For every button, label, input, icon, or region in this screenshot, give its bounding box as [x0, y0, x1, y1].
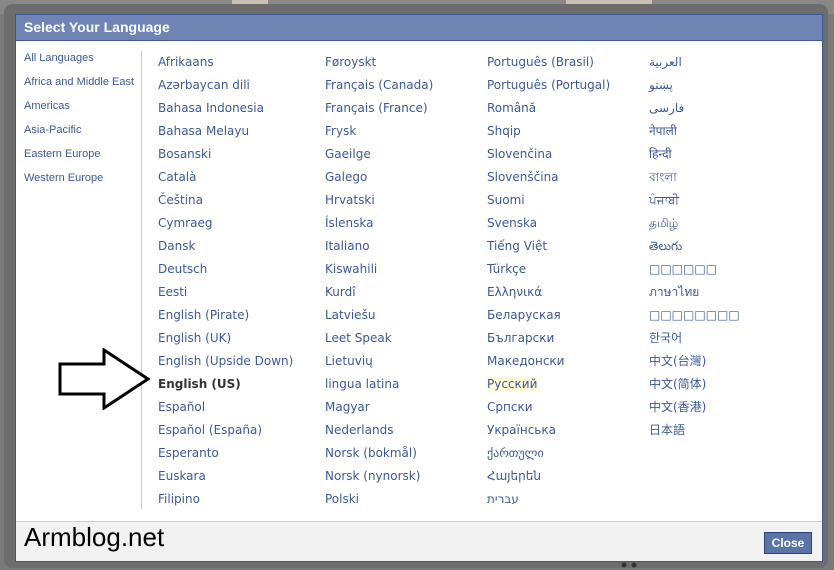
language-link[interactable]: □□□□□□	[649, 262, 740, 285]
language-link[interactable]: 中文(香港)	[649, 400, 740, 423]
language-link[interactable]: ქართული	[487, 446, 610, 469]
language-link[interactable]: Afrikaans	[158, 55, 293, 78]
language-link[interactable]: □□□□□□□□	[649, 308, 740, 331]
language-link[interactable]: 한국어	[649, 331, 740, 354]
language-link[interactable]: Nederlands	[325, 423, 433, 446]
language-link[interactable]: Suomi	[487, 193, 610, 216]
dialog-title: Select Your Language	[24, 19, 170, 35]
language-link[interactable]: Català	[158, 170, 293, 193]
language-link[interactable]: עברית	[487, 492, 610, 515]
language-link[interactable]: Bosanski	[158, 147, 293, 170]
language-column-1: Afrikaans Azərbaycan dili Bahasa Indonesia…	[158, 55, 293, 515]
region-filter-list: All Languages Africa and Middle East Ame…	[24, 51, 142, 195]
language-link[interactable]: తెలుగు	[649, 239, 740, 262]
language-link[interactable]: Српски	[487, 400, 610, 423]
language-column-2: Føroyskt Français (Canada) Français (Franc…	[325, 55, 433, 515]
language-link[interactable]: Български	[487, 331, 610, 354]
language-link[interactable]: Polski	[325, 492, 433, 515]
language-link[interactable]: Kiswahili	[325, 262, 433, 285]
language-link[interactable]: Ελληνικά	[487, 285, 610, 308]
language-link[interactable]: Norsk (bokmål)	[325, 446, 433, 469]
language-link[interactable]: العربية	[649, 55, 740, 78]
language-link[interactable]: 日本語	[649, 423, 740, 446]
language-link[interactable]: Azərbaycan dili	[158, 78, 293, 101]
language-link[interactable]: Беларуская	[487, 308, 610, 331]
language-link[interactable]: Shqip	[487, 124, 610, 147]
language-link[interactable]: فارسی	[649, 101, 740, 124]
region-item[interactable]: Asia-Pacific	[24, 123, 142, 147]
column-divider	[141, 51, 142, 509]
language-link-selected[interactable]: English (US)	[158, 377, 293, 400]
language-link[interactable]: Euskara	[158, 469, 293, 492]
language-link[interactable]: Slovenščina	[487, 170, 610, 193]
language-link[interactable]: Eesti	[158, 285, 293, 308]
language-link[interactable]: Gaeilge	[325, 147, 433, 170]
watermark: Armblog.net	[24, 522, 165, 552]
language-link[interactable]: नेपाली	[649, 124, 740, 147]
language-link[interactable]: 中文(简体)	[649, 377, 740, 400]
region-item[interactable]: Americas	[24, 99, 142, 123]
dialog-title-bar: Select Your Language	[16, 15, 822, 41]
language-link-hovered[interactable]: Русский	[487, 377, 610, 400]
language-link[interactable]: Filipino	[158, 492, 293, 515]
language-link[interactable]: Frysk	[325, 124, 433, 147]
language-link[interactable]: lingua latina	[325, 377, 433, 400]
language-dialog: Select Your Language All Languages Afric…	[4, 4, 828, 568]
dialog-panel: Select Your Language All Languages Afric…	[15, 14, 823, 562]
language-link[interactable]: Kurdî	[325, 285, 433, 308]
region-item[interactable]: Africa and Middle East	[24, 75, 142, 99]
language-column-4: العربية پښتو فارسی नेपाली हिन्दी বাংলা ਪੰਜਾਬੀ த…	[649, 55, 740, 446]
language-link[interactable]: Tiếng Việt	[487, 239, 610, 262]
language-link[interactable]: Svenska	[487, 216, 610, 239]
language-link[interactable]: Bahasa Melayu	[158, 124, 293, 147]
language-link[interactable]: Cymraeg	[158, 216, 293, 239]
language-link[interactable]: Português (Portugal)	[487, 78, 610, 101]
language-link[interactable]: ภาษาไทย	[649, 285, 740, 308]
outlined-right-arrow-icon	[58, 348, 150, 410]
backdrop-dots	[621, 562, 637, 568]
language-link[interactable]: Deutsch	[158, 262, 293, 285]
language-link[interactable]: हिन्दी	[649, 147, 740, 170]
language-link[interactable]: Latviešu	[325, 308, 433, 331]
language-link[interactable]: English (Pirate)	[158, 308, 293, 331]
language-column-3: Português (Brasil) Português (Portugal) Ro…	[487, 55, 610, 515]
language-link[interactable]: 中文(台灣)	[649, 354, 740, 377]
language-link[interactable]: Română	[487, 101, 610, 124]
language-link[interactable]: Українська	[487, 423, 610, 446]
language-link[interactable]: Lietuvių	[325, 354, 433, 377]
language-link[interactable]: Español	[158, 400, 293, 423]
language-link[interactable]: Føroyskt	[325, 55, 433, 78]
language-link[interactable]: Magyar	[325, 400, 433, 423]
language-link[interactable]: ਪੰਜਾਬੀ	[649, 193, 740, 216]
language-link[interactable]: Čeština	[158, 193, 293, 216]
language-link[interactable]: Íslenska	[325, 216, 433, 239]
region-item[interactable]: All Languages	[24, 51, 142, 75]
language-link[interactable]: Español (España)	[158, 423, 293, 446]
language-link[interactable]: Հայերեն	[487, 469, 610, 492]
language-link[interactable]: Norsk (nynorsk)	[325, 469, 433, 492]
language-link[interactable]: Français (Canada)	[325, 78, 433, 101]
close-button[interactable]: Close	[764, 532, 812, 554]
language-link[interactable]: Türkçe	[487, 262, 610, 285]
region-item[interactable]: Eastern Europe	[24, 147, 142, 171]
region-item[interactable]: Western Europe	[24, 171, 142, 195]
language-link[interactable]: தமிழ்	[649, 216, 740, 239]
language-link[interactable]: Dansk	[158, 239, 293, 262]
language-link[interactable]: Esperanto	[158, 446, 293, 469]
language-link[interactable]: Hrvatski	[325, 193, 433, 216]
language-link[interactable]: Français (France)	[325, 101, 433, 124]
language-link[interactable]: Bahasa Indonesia	[158, 101, 293, 124]
language-link[interactable]: Slovenčina	[487, 147, 610, 170]
language-link[interactable]: Leet Speak	[325, 331, 433, 354]
language-link[interactable]: Македонски	[487, 354, 610, 377]
language-link[interactable]: Italiano	[325, 239, 433, 262]
language-link[interactable]: Português (Brasil)	[487, 55, 610, 78]
language-link[interactable]: English (UK)	[158, 331, 293, 354]
language-link[interactable]: বাংলা	[649, 170, 740, 193]
language-link[interactable]: Galego	[325, 170, 433, 193]
language-link[interactable]: English (Upside Down)	[158, 354, 293, 377]
language-link[interactable]: پښتو	[649, 78, 740, 101]
